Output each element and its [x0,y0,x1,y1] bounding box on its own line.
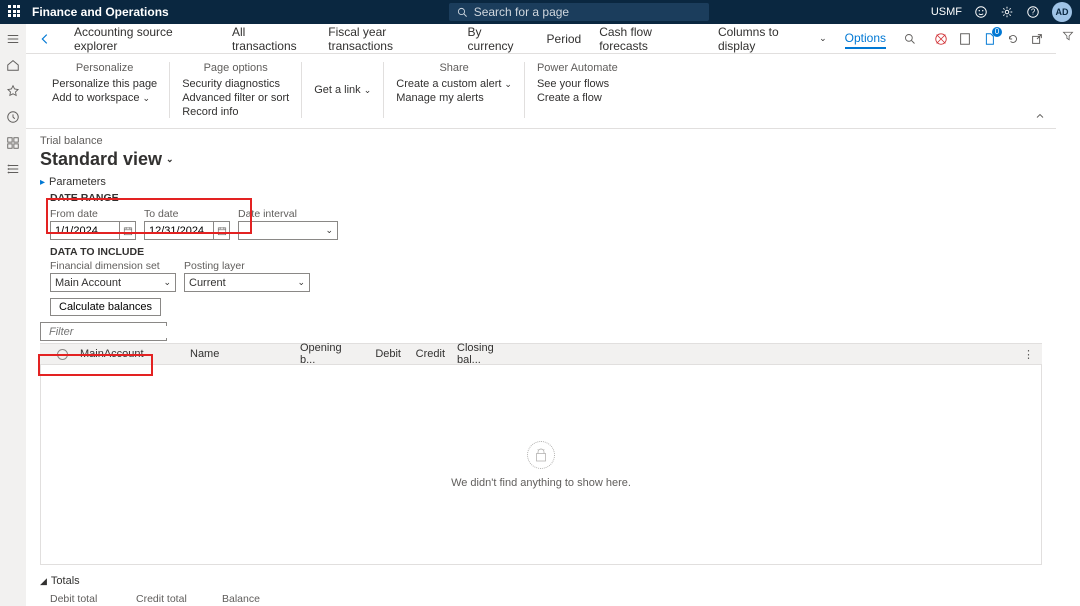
tab-columns[interactable]: Columns to display ⌄ [718,25,827,53]
totals-toggle[interactable]: ◢Totals [40,575,1042,587]
view-switcher[interactable]: Standard view⌄ [40,149,1042,170]
record-info[interactable]: Record info [182,106,289,118]
credit-total-label: Credit total [136,593,192,605]
fin-dim-set-select[interactable]: Main Account⌄ [50,273,176,292]
calendar-icon[interactable] [213,222,229,239]
app-name: Finance and Operations [32,5,169,19]
svg-text:?: ? [1031,8,1036,17]
date-range-header: DATE RANGE [50,192,1042,204]
see-your-flows[interactable]: See your flows [537,78,618,90]
balance-label: Balance [222,593,278,605]
get-a-link[interactable]: Get a link ⌄ [314,84,371,96]
refresh-icon[interactable] [1006,32,1020,46]
ribbon-share-title: Share [396,62,512,74]
tab-all-transactions[interactable]: All transactions [232,25,310,53]
posting-layer-label: Posting layer [184,260,310,272]
tab-by-currency[interactable]: By currency [468,25,529,53]
breadcrumb: Trial balance [40,135,1042,147]
tab-period[interactable]: Period [547,32,582,46]
to-date-input[interactable] [144,221,230,240]
grid-filter[interactable] [40,322,167,341]
grid-menu-icon[interactable]: ⋮ [1023,348,1034,361]
tab-accounting-source[interactable]: Accounting source explorer [74,25,214,53]
security-diagnostics[interactable]: Security diagnostics [182,78,289,90]
grid-body: We didn't find anything to show here. [40,365,1042,565]
company-picker[interactable]: USMF [931,6,962,18]
empty-icon [527,441,555,469]
docs-icon[interactable] [982,32,996,46]
tab-fiscal-year[interactable]: Fiscal year transactions [328,25,449,53]
manage-my-alerts[interactable]: Manage my alerts [396,92,512,104]
ribbon-collapse-icon[interactable] [1034,110,1046,122]
popout-icon[interactable] [1030,32,1044,46]
from-date-input[interactable] [50,221,136,240]
debit-total-label: Debit total [50,593,106,605]
posting-layer-select[interactable]: Current⌄ [184,273,310,292]
parameters-toggle[interactable]: ▸ Parameters [40,176,1042,188]
col-opening[interactable]: Opening b... [294,342,357,366]
emoji-icon[interactable] [974,5,988,19]
chevron-down-icon: ▸ [40,177,45,188]
col-closing[interactable]: Closing bal... [451,342,511,366]
from-date-label: From date [50,208,136,220]
search-icon [457,7,468,18]
search-placeholder: Search for a page [474,5,569,19]
create-a-flow[interactable]: Create a flow [537,92,618,104]
personalize-this-page[interactable]: Personalize this page [52,78,157,90]
gear-icon[interactable] [1000,5,1014,19]
office-icon[interactable] [958,32,972,46]
col-credit[interactable]: Credit [407,348,451,360]
col-name[interactable]: Name [184,348,294,360]
recent-icon[interactable] [6,110,20,124]
date-interval-select[interactable]: ⌄ [238,221,338,240]
global-search[interactable]: Search for a page [449,3,709,21]
ribbon-pageopt-title: Page options [182,62,289,74]
tab-cash-flow[interactable]: Cash flow forecasts [599,25,700,53]
to-date-label: To date [144,208,230,220]
create-custom-alert[interactable]: Create a custom alert ⌄ [396,78,512,90]
cmd-search-icon[interactable] [904,33,916,45]
help-icon[interactable]: ? [1026,5,1040,19]
calculate-balances-button[interactable]: Calculate balances [50,298,161,316]
home-icon[interactable] [6,58,20,72]
fin-dim-set-label: Financial dimension set [50,260,176,272]
chevron-down-icon: ⌄ [166,154,174,165]
tab-options[interactable]: Options [845,31,886,49]
back-button[interactable] [38,32,52,46]
workspace-icon[interactable] [6,136,20,150]
data-to-include-header: DATA TO INCLUDE [50,246,1042,258]
hamburger-icon[interactable] [6,32,20,46]
calendar-icon[interactable] [119,222,135,239]
star-icon[interactable] [6,84,20,98]
advanced-filter[interactable]: Advanced filter or sort [182,92,289,104]
ribbon-pa-title: Power Automate [537,62,618,74]
ribbon-personalize-title: Personalize [52,62,157,74]
col-debit[interactable]: Debit [357,348,407,360]
add-to-workspace[interactable]: Add to workspace ⌄ [52,92,157,104]
avatar[interactable]: AD [1052,2,1072,22]
col-main-account[interactable]: MainAccount [74,348,184,360]
select-all-checkbox[interactable] [50,349,74,360]
filter-icon[interactable] [1056,24,1080,48]
modules-icon[interactable] [6,162,20,176]
empty-text: We didn't find anything to show here. [451,477,631,489]
date-interval-label: Date interval [238,208,338,220]
attach-icon[interactable] [934,32,948,46]
app-launcher-icon[interactable] [8,5,22,19]
